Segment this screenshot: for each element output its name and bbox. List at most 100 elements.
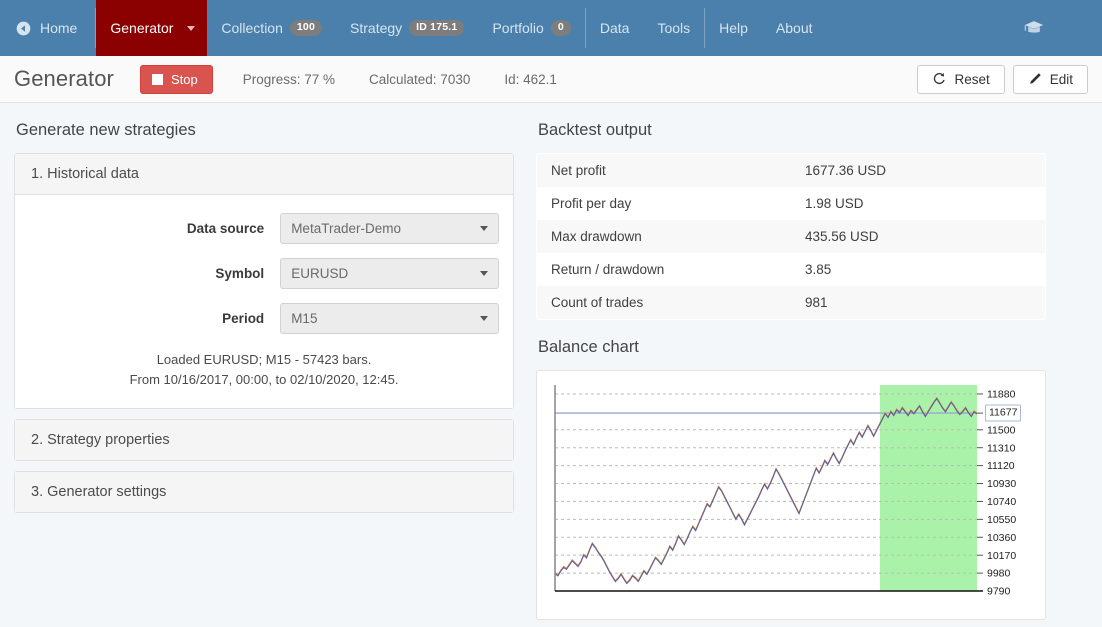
chevron-down-icon: [480, 271, 488, 276]
status-id: Id: 462.1: [504, 72, 557, 87]
row-key: Return / drawdown: [537, 253, 792, 286]
data-source-label: Data source: [29, 221, 280, 236]
symbol-select[interactable]: EURUSD: [280, 258, 499, 289]
nav-item-about-label: About: [776, 20, 813, 36]
row-value: 981: [791, 286, 1046, 320]
nav-item-generator-label: Generator: [110, 20, 173, 36]
period-select[interactable]: M15: [280, 303, 499, 334]
nav-badge-strategy: ID 175.1: [409, 20, 464, 36]
balance-chart-card: 11880 11500 11310 11120 10930 10740 10550 10360…: [536, 370, 1046, 620]
row-key: Count of trades: [537, 286, 792, 320]
nav-item-tools[interactable]: Tools: [643, 0, 704, 56]
nav-item-about[interactable]: About: [762, 0, 827, 56]
svg-text:11120: 11120: [987, 460, 1015, 472]
status-group: Progress: 77 % Calculated: 7030 Id: 462.…: [243, 72, 557, 87]
balance-chart[interactable]: 11880 11500 11310 11120 10930 10740 10550 10360…: [545, 379, 1037, 611]
data-source-select[interactable]: MetaTrader-Demo: [280, 213, 499, 244]
table-row: Net profit 1677.36 USD: [537, 154, 1046, 188]
row-value: 1.98 USD: [791, 187, 1046, 220]
balance-chart-heading: Balance chart: [536, 338, 1046, 357]
row-value: 3.85: [791, 253, 1046, 286]
status-progress: Progress: 77 %: [243, 72, 335, 87]
period-label: Period: [29, 311, 280, 326]
nav-item-portfolio[interactable]: Portfolio 0: [478, 0, 584, 56]
page-title: Generator: [14, 66, 114, 92]
panel-header-historical-data[interactable]: 1. Historical data: [15, 154, 513, 195]
toolbar-actions: Reset Edit: [917, 65, 1088, 94]
table-row: Max drawdown 435.56 USD: [537, 220, 1046, 253]
svg-text:10170: 10170: [987, 550, 1016, 562]
panel-strategy-properties: 2. Strategy properties: [14, 419, 514, 461]
svg-text:11310: 11310: [987, 442, 1016, 454]
graduation-cap-icon[interactable]: [1024, 20, 1044, 36]
nav-item-data[interactable]: Data: [586, 0, 644, 56]
nav-primary-group: Home Generator Collection 100 Strategy I…: [0, 0, 827, 56]
nav-item-strategy-label: Strategy: [350, 20, 402, 36]
svg-text:11500: 11500: [987, 424, 1016, 436]
left-column: Generate new strategies 1. Historical da…: [14, 121, 514, 620]
current-value-tag: 11677: [985, 405, 1021, 422]
right-column: Backtest output Net profit 1677.36 USD P…: [536, 121, 1046, 620]
svg-text:10930: 10930: [987, 478, 1016, 490]
symbol-label: Symbol: [29, 266, 280, 281]
edit-button[interactable]: Edit: [1013, 65, 1088, 94]
reset-button-label: Reset: [954, 72, 989, 87]
loaded-data-info: Loaded EURUSD; M15 - 57423 bars. From 10…: [29, 350, 499, 394]
stop-square-icon: [152, 74, 163, 85]
form-row-data-source: Data source MetaTrader-Demo: [29, 213, 499, 244]
generate-heading: Generate new strategies: [14, 121, 514, 140]
nav-item-tools-label: Tools: [657, 20, 690, 36]
backtest-output-table: Net profit 1677.36 USD Profit per day 1.…: [536, 153, 1046, 320]
chevron-down-icon: [480, 316, 488, 321]
period-value: M15: [291, 311, 317, 326]
row-key: Profit per day: [537, 187, 792, 220]
svg-text:9790: 9790: [987, 586, 1011, 598]
main-content: Generate new strategies 1. Historical da…: [0, 103, 1102, 620]
table-row: Count of trades 981: [537, 286, 1046, 320]
nav-item-home-label: Home: [40, 20, 77, 36]
nav-badge-portfolio: 0: [551, 20, 571, 36]
pencil-icon: [1028, 72, 1042, 86]
table-row: Return / drawdown 3.85: [537, 253, 1046, 286]
loaded-info-line1: Loaded EURUSD; M15 - 57423 bars.: [29, 350, 499, 370]
circle-left-arrow-icon: [16, 21, 31, 36]
nav-badge-collection: 100: [290, 20, 322, 36]
page-toolbar: Generator Stop Progress: 77 % Calculated…: [0, 56, 1102, 103]
svg-text:10740: 10740: [987, 496, 1016, 508]
nav-item-collection[interactable]: Collection 100: [207, 0, 336, 56]
main-navbar: Home Generator Collection 100 Strategy I…: [0, 0, 1102, 56]
chevron-down-icon[interactable]: [187, 26, 195, 31]
chevron-down-icon: [480, 226, 488, 231]
nav-right-group: [1024, 0, 1102, 56]
panel-header-strategy-properties[interactable]: 2. Strategy properties: [15, 420, 513, 460]
nav-item-generator[interactable]: Generator: [96, 0, 207, 56]
svg-text:10550: 10550: [987, 514, 1016, 526]
svg-text:10360: 10360: [987, 532, 1016, 544]
nav-item-home[interactable]: Home: [0, 0, 95, 56]
row-value: 435.56 USD: [791, 220, 1046, 253]
status-calculated: Calculated: 7030: [369, 72, 470, 87]
nav-item-portfolio-label: Portfolio: [492, 20, 543, 36]
panel-header-generator-settings[interactable]: 3. Generator settings: [15, 472, 513, 512]
row-key: Net profit: [537, 154, 792, 188]
svg-text:11880: 11880: [987, 389, 1016, 401]
nav-item-help[interactable]: Help: [705, 0, 762, 56]
refresh-icon: [932, 72, 946, 86]
form-row-symbol: Symbol EURUSD: [29, 258, 499, 289]
panel-body-historical-data: Data source MetaTrader-Demo Symbol EURUS…: [15, 195, 513, 408]
panel-generator-settings: 3. Generator settings: [14, 471, 514, 513]
row-key: Max drawdown: [537, 220, 792, 253]
panel-historical-data: 1. Historical data Data source MetaTrade…: [14, 153, 514, 409]
loaded-info-line2: From 10/16/2017, 00:00, to 02/10/2020, 1…: [29, 370, 499, 390]
balance-chart-svg: 11880 11500 11310 11120 10930 10740 10550 10360…: [545, 379, 1037, 611]
row-value: 1677.36 USD: [791, 154, 1046, 188]
stop-button-label: Stop: [171, 72, 198, 87]
nav-item-help-label: Help: [719, 20, 748, 36]
nav-item-collection-label: Collection: [221, 20, 282, 36]
symbol-value: EURUSD: [291, 266, 348, 281]
table-row: Profit per day 1.98 USD: [537, 187, 1046, 220]
stop-button[interactable]: Stop: [140, 65, 213, 94]
nav-item-strategy[interactable]: Strategy ID 175.1: [336, 0, 478, 56]
edit-button-label: Edit: [1050, 72, 1073, 87]
reset-button[interactable]: Reset: [917, 65, 1004, 94]
